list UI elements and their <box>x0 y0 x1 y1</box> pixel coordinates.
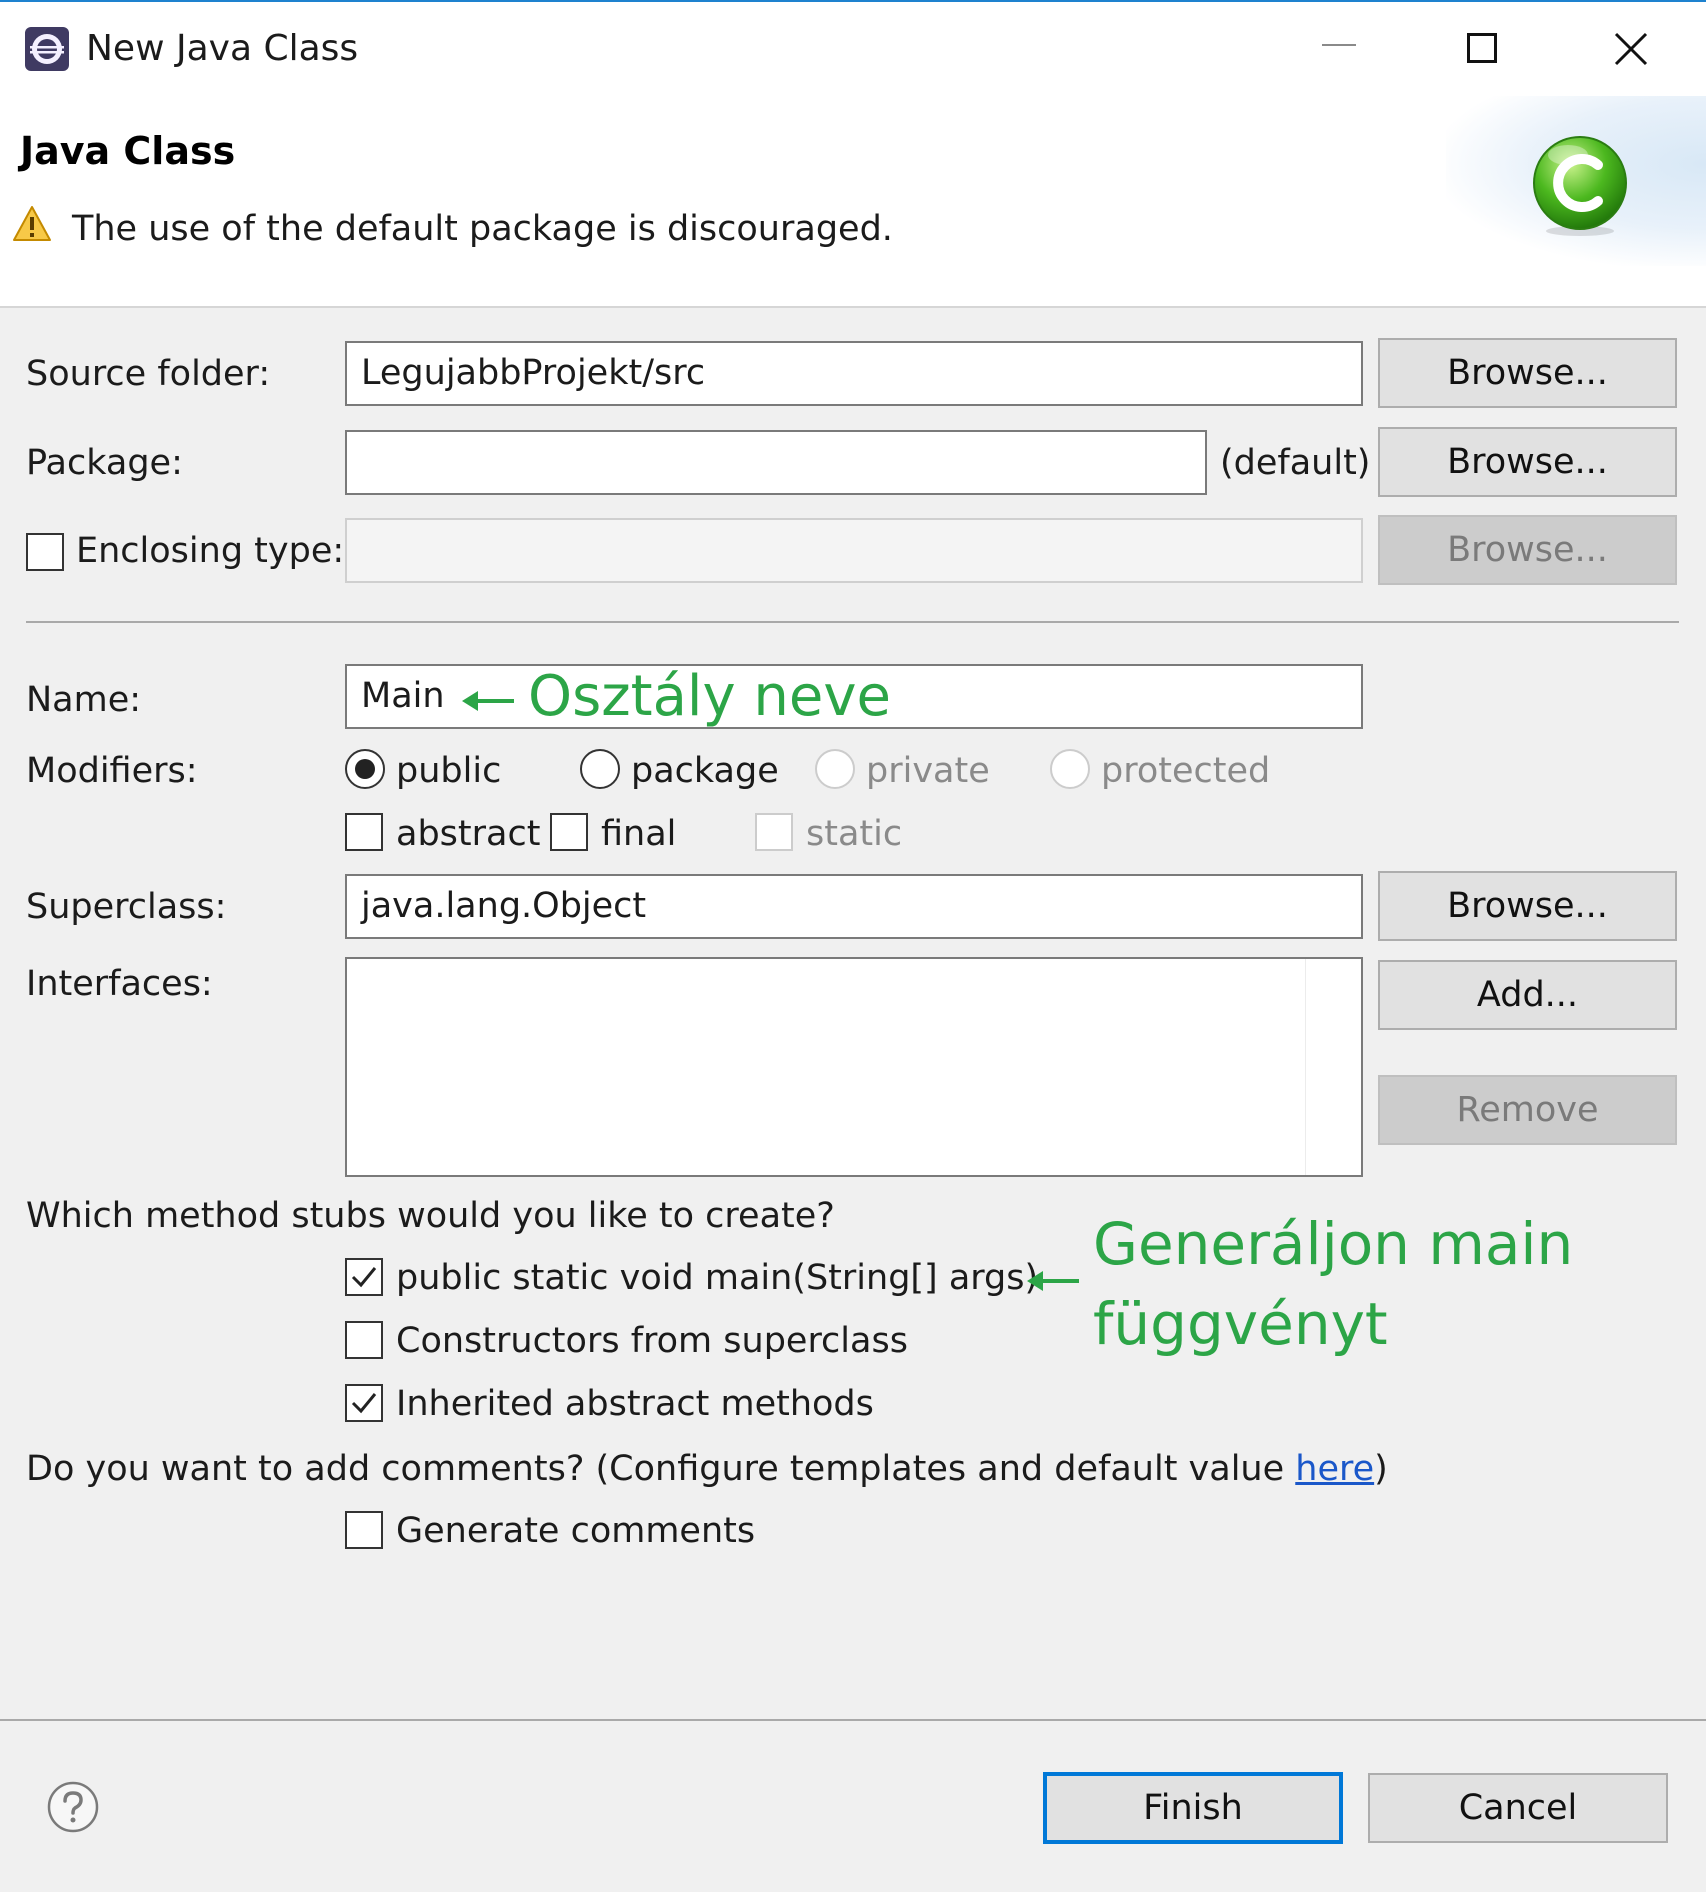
modifier-public-label: public <box>396 751 502 791</box>
interfaces-label: Interfaces: <box>26 964 213 1004</box>
static-checkbox <box>755 813 793 851</box>
annotation-arrow-icon <box>462 691 514 711</box>
configure-templates-link[interactable]: here <box>1295 1449 1374 1489</box>
form-separator <box>26 621 1679 623</box>
static-label: static <box>806 814 903 854</box>
window-title: New Java Class <box>86 28 359 69</box>
minimize-button[interactable] <box>1322 44 1356 46</box>
final-label: final <box>601 814 677 854</box>
add-interface-button[interactable]: Add... <box>1378 960 1677 1030</box>
eclipse-app-icon <box>25 27 69 71</box>
modifier-protected-label: protected <box>1101 751 1271 791</box>
modifier-public-radio[interactable] <box>345 749 385 789</box>
maximize-button[interactable] <box>1467 33 1497 63</box>
name-label: Name: <box>26 680 142 720</box>
java-class-icon <box>1533 136 1627 236</box>
inherited-stub-checkbox[interactable] <box>345 1384 383 1422</box>
wizard-title: Java Class <box>20 129 236 173</box>
final-checkbox[interactable] <box>550 813 588 851</box>
remove-interface-button: Remove <box>1378 1075 1677 1145</box>
superclass-input[interactable]: java.lang.Object <box>345 874 1363 939</box>
generate-comments-label: Generate comments <box>396 1511 756 1551</box>
stubs-question: Which method stubs would you like to cre… <box>26 1196 835 1236</box>
inherited-stub-label: Inherited abstract methods <box>396 1384 874 1424</box>
source-folder-browse-button[interactable]: Browse... <box>1378 338 1677 408</box>
interfaces-list[interactable] <box>345 957 1363 1177</box>
main-stub-checkbox[interactable] <box>345 1258 383 1296</box>
source-folder-input[interactable]: LegujabbProjekt/src <box>345 341 1363 406</box>
abstract-checkbox[interactable] <box>345 813 383 851</box>
enclosing-type-label: Enclosing type: <box>76 531 345 571</box>
abstract-label: abstract <box>396 814 541 854</box>
comments-question: Do you want to add comments? (Configure … <box>26 1449 1388 1489</box>
modifier-protected-radio <box>1050 749 1090 789</box>
main-annotation-line1: Generáljon main <box>1093 1210 1574 1278</box>
wizard-header: Java Class The use of the default packag… <box>0 96 1706 306</box>
package-input[interactable] <box>345 430 1207 495</box>
package-default-note: (default) <box>1220 443 1371 483</box>
constructors-stub-checkbox[interactable] <box>345 1321 383 1359</box>
generate-comments-checkbox[interactable] <box>345 1511 383 1549</box>
comments-question-text: Do you want to add comments? (Configure … <box>26 1449 1296 1489</box>
wizard-message: The use of the default package is discou… <box>72 209 893 249</box>
modifier-package-radio[interactable] <box>580 749 620 789</box>
annotation-arrow-icon <box>1027 1271 1079 1291</box>
main-stub-label: public static void main(String[] args) <box>396 1258 1039 1298</box>
source-folder-label: Source folder: <box>26 354 271 394</box>
help-icon[interactable] <box>46 1780 100 1834</box>
header-separator <box>0 306 1706 308</box>
modifier-private-label: private <box>866 751 990 791</box>
name-annotation: Osztály neve <box>528 664 891 729</box>
checkmark-icon <box>351 1267 377 1288</box>
enclosing-type-browse-button: Browse... <box>1378 515 1677 585</box>
checkmark-icon <box>351 1393 377 1414</box>
footer-separator <box>0 1719 1706 1721</box>
modifier-package-label: package <box>631 751 779 791</box>
package-label: Package: <box>26 443 183 483</box>
constructors-stub-label: Constructors from superclass <box>396 1321 908 1361</box>
warning-icon <box>13 206 51 241</box>
enclosing-type-input <box>345 518 1363 583</box>
superclass-label: Superclass: <box>26 887 227 927</box>
close-button[interactable] <box>1610 28 1652 70</box>
cancel-button[interactable]: Cancel <box>1368 1773 1668 1843</box>
main-annotation-line2: függvényt <box>1093 1290 1388 1358</box>
modifier-private-radio <box>815 749 855 789</box>
comments-question-end: ) <box>1374 1449 1388 1489</box>
superclass-browse-button[interactable]: Browse... <box>1378 871 1677 941</box>
package-browse-button[interactable]: Browse... <box>1378 427 1677 497</box>
enclosing-type-checkbox[interactable] <box>26 533 64 571</box>
finish-button[interactable]: Finish <box>1043 1772 1343 1844</box>
modifiers-label: Modifiers: <box>26 751 198 791</box>
